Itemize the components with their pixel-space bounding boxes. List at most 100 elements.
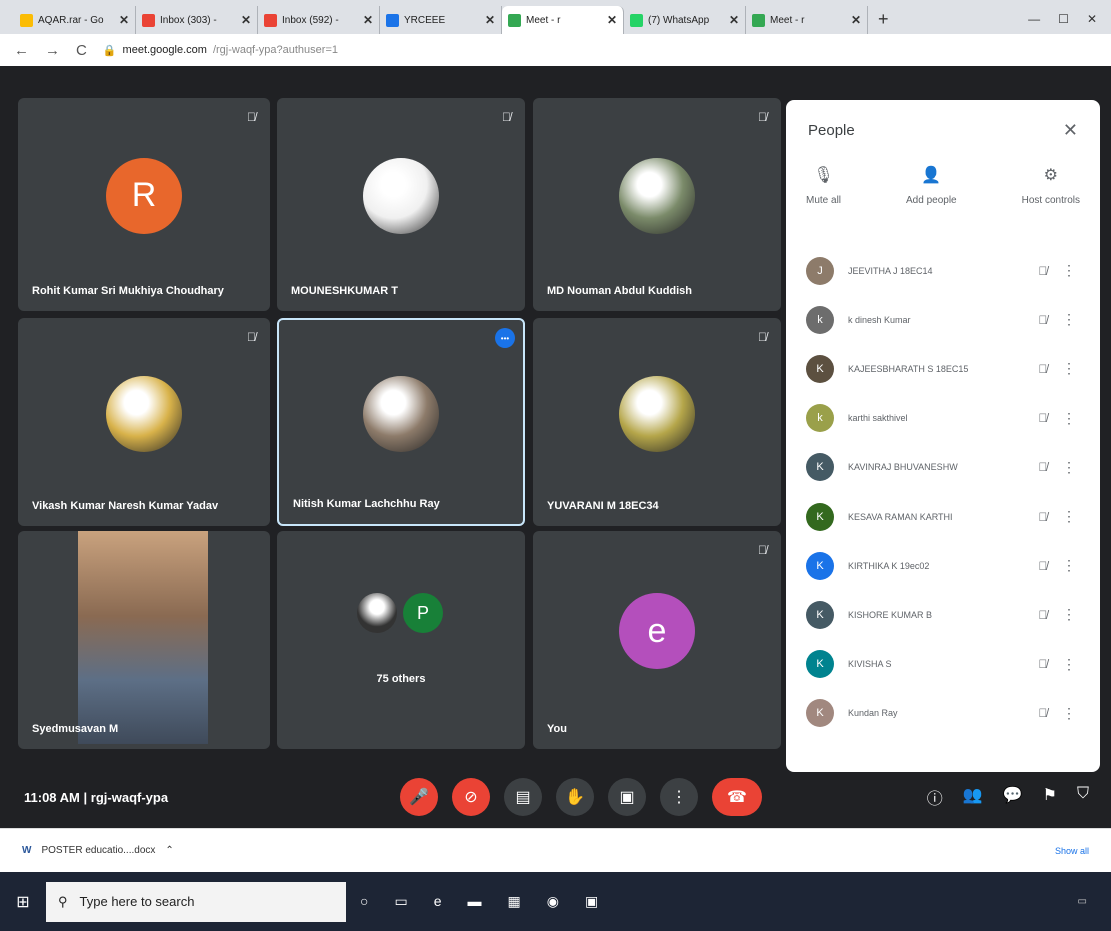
mic-off-icon[interactable]: 🎙̸ xyxy=(1028,313,1058,327)
close-tab-icon[interactable]: ✕ xyxy=(363,13,373,27)
browser-tab[interactable]: (7) WhatsApp ✕ xyxy=(624,6,746,34)
mic-off-icon[interactable]: 🎙̸ xyxy=(1028,411,1058,425)
browser-tab[interactable]: Meet - r ✕ xyxy=(746,6,868,34)
browser-tab[interactable]: Inbox (592) - ✕ xyxy=(258,6,380,34)
close-icon[interactable]: ✕ xyxy=(1063,120,1078,141)
tab-favicon-icon xyxy=(142,13,155,27)
store-icon[interactable]: ▦ xyxy=(508,893,521,910)
url-field[interactable]: 🔒 meet.google.com/rgj-waqf-ypa?authuser=… xyxy=(103,38,1097,62)
windows-taskbar: ⊞ ⚲ Type here to search ○ ▭ e ▬ ▦ ◉ ▣ ▭ xyxy=(0,872,1111,931)
close-tab-icon[interactable]: ✕ xyxy=(607,13,617,27)
browser-tab[interactable]: YRCEEE ✕ xyxy=(380,6,502,34)
participant-tile[interactable]: R 🎙̸ Rohit Kumar Sri Mukhiya Choudhary xyxy=(18,98,270,311)
mic-off-icon[interactable]: 🎙̸ xyxy=(1028,362,1058,376)
cortana-icon[interactable]: ▭ xyxy=(394,893,407,910)
participant-row[interactable]: K KISHORE KUMAR B 🎙̸ ⋮ xyxy=(786,590,1100,639)
participant-avatar: K xyxy=(806,551,834,580)
more-vert-icon[interactable]: ⋮ xyxy=(1058,410,1080,427)
chevron-up-icon[interactable]: ⌃ xyxy=(165,845,173,856)
participant-tile[interactable]: 🎙̸ MOUNESHKUMAR T xyxy=(277,98,525,311)
edge-icon[interactable]: e xyxy=(434,893,442,910)
more-vert-icon[interactable]: ⋮ xyxy=(1058,360,1080,377)
speaking-indicator-icon: ••• xyxy=(495,328,515,348)
close-tab-icon[interactable]: ✕ xyxy=(119,13,129,27)
participant-row[interactable]: k karthi sakthivel 🎙̸ ⋮ xyxy=(786,394,1100,443)
host-controls-icon: ⚙ xyxy=(1043,167,1058,184)
browser-tab[interactable]: Inbox (303) - ✕ xyxy=(136,6,258,34)
leave-call-button[interactable]: ☎ xyxy=(712,778,762,816)
camera-off-button[interactable]: ⊘ xyxy=(452,778,490,816)
show-all-downloads[interactable]: Show all xyxy=(1055,846,1111,856)
add-person-icon: 👤 xyxy=(921,167,942,184)
more-options-button[interactable]: ⋮ xyxy=(660,778,698,816)
mute-all-button[interactable]: 🎙 Mute all xyxy=(806,165,841,206)
activities-icon[interactable]: ⚑ xyxy=(1043,785,1057,809)
chat-icon[interactable]: 💬 xyxy=(1003,785,1023,809)
mic-off-icon[interactable]: 🎙̸ xyxy=(1028,559,1058,573)
participant-avatar: K xyxy=(806,502,834,531)
close-window-button[interactable]: ✕ xyxy=(1087,12,1097,26)
more-vert-icon[interactable]: ⋮ xyxy=(1058,656,1080,673)
present-button[interactable]: ▣ xyxy=(608,778,646,816)
mic-off-icon[interactable]: 🎙̸ xyxy=(1028,706,1058,720)
close-tab-icon[interactable]: ✕ xyxy=(241,13,251,27)
participant-row[interactable]: K KIVISHA S 🎙̸ ⋮ xyxy=(786,640,1100,689)
participant-row[interactable]: J JEEVITHA J 18EC14 🎙̸ ⋮ xyxy=(786,246,1100,295)
mic-off-icon[interactable]: 🎙̸ xyxy=(1028,510,1058,524)
new-tab-button[interactable]: + xyxy=(868,9,899,34)
windows-start-icon[interactable]: ⊞ xyxy=(0,879,46,925)
participant-tile[interactable]: 🎙̸ Vikash Kumar Naresh Kumar Yadav xyxy=(18,318,270,526)
forward-button[interactable]: → xyxy=(45,42,60,59)
captions-button[interactable]: ▤ xyxy=(504,778,542,816)
add-person-button[interactable]: 👤 Add people xyxy=(906,165,957,206)
reload-button[interactable]: C xyxy=(76,42,87,59)
more-vert-icon[interactable]: ⋮ xyxy=(1058,705,1080,722)
participant-name: JEEVITHA J 18EC14 xyxy=(848,265,933,276)
participant-tile[interactable]: 🎙̸•••Nitish Kumar Lachchhu Ray xyxy=(277,318,525,526)
host-controls-button[interactable]: ⚙ Host controls xyxy=(1022,165,1080,206)
close-tab-icon[interactable]: ✕ xyxy=(485,13,495,27)
more-vert-icon[interactable]: ⋮ xyxy=(1058,557,1080,574)
microphone-off-button[interactable]: 🎤 xyxy=(400,778,438,816)
more-vert-icon[interactable]: ⋮ xyxy=(1058,311,1080,328)
notifications-icon[interactable]: ▭ xyxy=(1078,896,1087,907)
participant-tile[interactable]: 🎙̸ YUVARANI M 18EC34 xyxy=(533,318,781,526)
taskbar-search[interactable]: ⚲ Type here to search xyxy=(46,881,346,922)
task-view-icon[interactable]: ○ xyxy=(360,893,368,910)
people-icon[interactable]: 👥 xyxy=(963,785,983,809)
browser-tab[interactable]: AQAR.rar - Go ✕ xyxy=(14,6,136,34)
participant-row[interactable]: K Kundan Ray 🎙̸ ⋮ xyxy=(786,689,1100,738)
participant-row[interactable]: K KAVINRAJ BHUVANESHW 🎙̸ ⋮ xyxy=(786,443,1100,492)
mic-off-icon[interactable]: 🎙̸ xyxy=(1028,657,1058,671)
participant-tile[interactable]: Syedmusavan M xyxy=(18,531,270,749)
close-tab-icon[interactable]: ✕ xyxy=(851,13,861,27)
close-tab-icon[interactable]: ✕ xyxy=(729,13,739,27)
mic-off-icon: 🎙̸ xyxy=(758,110,767,124)
back-button[interactable]: ← xyxy=(14,42,29,59)
lock-icon: 🔒 xyxy=(102,44,117,57)
minimize-button[interactable]: — xyxy=(1028,12,1040,26)
maximize-button[interactable]: ☐ xyxy=(1058,12,1069,26)
app-icon[interactable]: ▣ xyxy=(585,893,598,910)
mic-off-icon[interactable]: 🎙̸ xyxy=(1028,460,1058,474)
more-vert-icon[interactable]: ⋮ xyxy=(1058,262,1080,279)
chrome-icon[interactable]: ◉ xyxy=(547,893,559,910)
browser-tab[interactable]: Meet - r ✕ xyxy=(502,6,624,34)
mic-off-icon[interactable]: 🎙̸ xyxy=(1028,264,1058,278)
participant-row[interactable]: K KIRTHIKA K 19ec02 🎙̸ ⋮ xyxy=(786,541,1100,590)
meeting-details-icon[interactable]: ⓘ xyxy=(927,785,943,809)
participant-row[interactable]: K KAJEESBHARATH S 18EC15 🎙̸ ⋮ xyxy=(786,344,1100,393)
participant-row[interactable]: k k dinesh Kumar 🎙̸ ⋮ xyxy=(786,295,1100,344)
participant-tile[interactable]: e 🎙̸ You xyxy=(533,531,781,749)
participant-row[interactable]: K KESAVA RAMAN KARTHI 🎙̸ ⋮ xyxy=(786,492,1100,541)
mic-off-icon[interactable]: 🎙̸ xyxy=(1028,608,1058,622)
host-controls-icon[interactable]: ⛉ xyxy=(1077,785,1089,809)
participant-tile[interactable]: P 75 others xyxy=(277,531,525,749)
participant-tile[interactable]: 🎙̸ MD Nouman Abdul Kuddish xyxy=(533,98,781,311)
more-vert-icon[interactable]: ⋮ xyxy=(1058,459,1080,476)
raise-hand-button[interactable]: ✋ xyxy=(556,778,594,816)
file-explorer-icon[interactable]: ▬ xyxy=(468,893,482,910)
download-item[interactable]: POSTER educatio....docx xyxy=(41,845,155,856)
more-vert-icon[interactable]: ⋮ xyxy=(1058,606,1080,623)
more-vert-icon[interactable]: ⋮ xyxy=(1058,508,1080,525)
